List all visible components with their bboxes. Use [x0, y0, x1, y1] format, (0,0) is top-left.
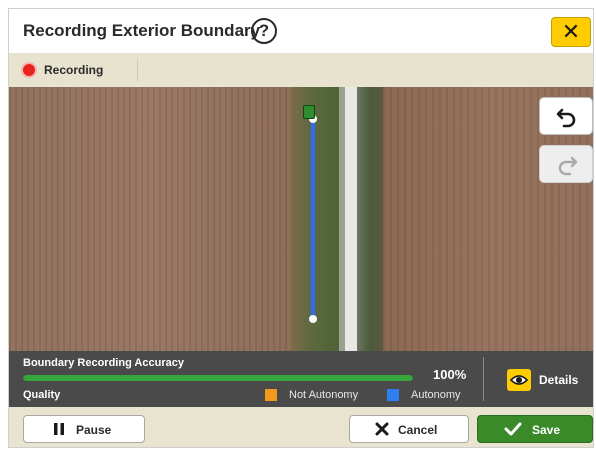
panel-divider	[483, 357, 484, 401]
close-button[interactable]: ✕	[551, 17, 591, 47]
accuracy-panel: Boundary Recording Accuracy 100% Quality…	[9, 351, 593, 407]
cancel-button[interactable]: Cancel	[349, 415, 469, 443]
status-bar: Recording	[9, 53, 593, 87]
legend-swatch-autonomy	[387, 389, 399, 401]
eye-icon	[507, 369, 531, 391]
accuracy-progress-fill	[23, 375, 413, 381]
aerial-map-view[interactable]	[9, 87, 593, 351]
save-button[interactable]: Save	[477, 415, 593, 443]
close-icon	[375, 422, 389, 436]
title-bar: Recording Exterior Boundary ? ✕	[9, 9, 593, 53]
details-button[interactable]: Details	[505, 367, 593, 395]
pause-icon	[54, 423, 64, 435]
undo-icon	[556, 108, 576, 128]
grass-strip	[291, 87, 339, 351]
legend-label-autonomy: Autonomy	[411, 389, 461, 401]
details-label: Details	[539, 373, 579, 387]
tractor-icon	[303, 105, 315, 119]
checkmark-icon	[504, 422, 522, 436]
road-edge-right	[357, 87, 383, 351]
recording-indicator-icon	[23, 64, 35, 76]
recording-status-label: Recording	[44, 63, 104, 77]
redo-button[interactable]	[539, 145, 593, 183]
pause-label: Pause	[76, 423, 112, 437]
action-bar: Pause Cancel Save	[9, 407, 593, 447]
help-icon[interactable]: ?	[251, 18, 277, 44]
status-divider	[137, 59, 138, 81]
field-left	[9, 87, 291, 351]
accuracy-percent: 100%	[433, 367, 467, 382]
recorded-boundary-line	[311, 119, 315, 319]
pause-button[interactable]: Pause	[23, 415, 145, 443]
page-title: Recording Exterior Boundary	[23, 21, 261, 40]
accuracy-progress-bar	[23, 375, 413, 381]
accuracy-title: Boundary Recording Accuracy	[23, 357, 184, 369]
undo-button[interactable]	[539, 97, 593, 135]
road	[345, 87, 357, 351]
redo-icon	[558, 156, 578, 176]
legend-swatch-not-autonomy	[265, 389, 277, 401]
boundary-point-end	[309, 315, 317, 323]
legend-label-not-autonomy: Not Autonomy	[289, 389, 359, 401]
boundary-recording-window: Recording Exterior Boundary ? ✕ Recordin…	[8, 8, 594, 448]
quality-label: Quality	[23, 389, 61, 401]
cancel-label: Cancel	[398, 423, 438, 437]
save-label: Save	[532, 423, 561, 437]
